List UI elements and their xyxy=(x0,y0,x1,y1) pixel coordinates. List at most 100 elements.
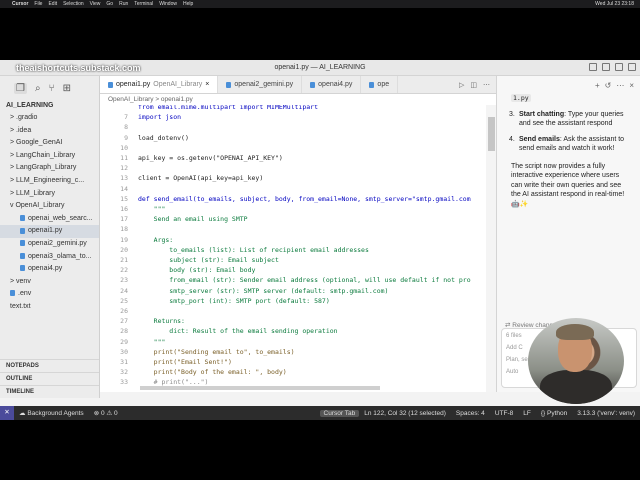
split-icon[interactable]: ◫ xyxy=(470,81,477,89)
tree-item[interactable]: .env xyxy=(0,288,99,301)
editor-tab[interactable]: openai2_gemini.py xyxy=(218,76,303,93)
tree-item[interactable]: > LangChain_Library xyxy=(0,150,99,163)
code-line[interactable]: subject (str): Email subject xyxy=(138,256,279,264)
tree-item[interactable]: openai4.py xyxy=(0,263,99,276)
problems-counter[interactable]: ⊗ 0 ⚠ 0 xyxy=(89,409,123,417)
menubar-item[interactable]: Go xyxy=(106,1,113,7)
code-line[interactable]: from email.mime.multipart import MIMEMul… xyxy=(138,105,318,111)
tree-item[interactable]: > Google_GenAI xyxy=(0,137,99,150)
code-line[interactable]: smtp_server (str): SMTP server (default:… xyxy=(138,287,388,295)
section-outline[interactable]: OUTLINE xyxy=(0,372,99,385)
tree-item[interactable]: v OpenAI_Library xyxy=(0,200,99,213)
tree-item-label: > venv xyxy=(10,277,31,285)
tree-item[interactable]: > LLM_Engineering_c... xyxy=(0,175,99,188)
editor-tab[interactable]: openai1.py OpenAI_Library × xyxy=(100,76,219,94)
menubar-item[interactable]: Selection xyxy=(63,1,84,7)
history-icon[interactable]: ↺ xyxy=(605,81,612,90)
cursor-tab-button[interactable]: Cursor Tab xyxy=(319,409,360,417)
code-line[interactable]: to_emails (list): List of recipient emai… xyxy=(138,246,369,254)
tree-item[interactable]: > venv xyxy=(0,276,99,289)
line-ending[interactable]: LF xyxy=(518,410,536,417)
toggle-panel-icon[interactable] xyxy=(602,63,610,71)
line-number: 12 xyxy=(120,164,128,173)
tree-item[interactable]: openai1.py xyxy=(0,225,99,238)
python-file-icon xyxy=(20,265,25,272)
code-line[interactable]: print("Body of the email: ", body) xyxy=(138,368,287,376)
tree-item-label: > LLM_Engineering_c... xyxy=(10,176,85,184)
tree-item[interactable]: openai3_olama_to... xyxy=(0,251,99,264)
background-agents[interactable]: ☁ Background Agents xyxy=(14,409,89,417)
python-interpreter[interactable]: 3.13.3 ('venv': venv) xyxy=(572,410,640,417)
run-icon[interactable]: ▷ xyxy=(459,81,464,89)
menubar-item[interactable]: Terminal xyxy=(134,1,153,7)
code-line[interactable]: from_email (str): Sender email address (… xyxy=(138,276,470,284)
toggle-sidebar-icon[interactable] xyxy=(589,63,597,71)
tree-item[interactable]: openai_web_searc... xyxy=(0,213,99,226)
code-line[interactable]: def send_email(to_emails, subject, body,… xyxy=(138,195,471,203)
menubar-item[interactable]: Run xyxy=(119,1,128,7)
code-editor[interactable]: from email.mime.multipart import MIMEMul… xyxy=(100,105,496,392)
tab-label: openai1.py xyxy=(116,80,151,88)
code-line[interactable]: print("Email Sent!") xyxy=(138,358,232,366)
code-line[interactable]: load_dotenv() xyxy=(138,134,189,142)
indentation[interactable]: Spaces: 4 xyxy=(451,410,490,417)
code-line[interactable]: client = OpenAI(api_key=api_key) xyxy=(138,174,263,182)
code-line[interactable]: Send an email using SMTP xyxy=(138,215,248,223)
files-icon[interactable]: ❐ xyxy=(14,82,27,94)
settings-icon[interactable] xyxy=(628,63,636,71)
tree-item[interactable]: text.txt xyxy=(0,301,99,314)
menubar-item[interactable]: Cursor xyxy=(12,1,28,7)
line-number: 24 xyxy=(120,286,128,295)
code-line[interactable]: api_key = os.getenv("OPENAI_API_KEY") xyxy=(138,154,283,162)
code-line[interactable]: """ xyxy=(138,338,166,346)
search-icon[interactable]: ⌕ xyxy=(35,83,41,94)
tree-item-label: text.txt xyxy=(10,302,31,310)
remote-icon[interactable]: ✕ xyxy=(0,406,14,420)
horizontal-scrollbar[interactable] xyxy=(140,386,380,390)
close-tab-icon[interactable]: × xyxy=(205,76,209,94)
tree-item[interactable]: > .idea xyxy=(0,125,99,138)
tree-item[interactable]: > LangGraph_Library xyxy=(0,162,99,175)
menubar-item[interactable]: Help xyxy=(183,1,193,7)
line-number: 19 xyxy=(120,235,128,244)
menubar-item[interactable]: View xyxy=(90,1,101,7)
close-icon[interactable]: × xyxy=(629,81,634,90)
code-line[interactable]: Args: xyxy=(138,236,174,244)
tree-item[interactable]: > LLM_Library xyxy=(0,188,99,201)
code-line[interactable]: dict: Result of the email sending operat… xyxy=(138,327,337,335)
python-file-icon xyxy=(10,290,15,297)
status-bar: ✕ ☁ Background Agents ⊗ 0 ⚠ 0 Cursor Tab… xyxy=(0,406,640,420)
breadcrumb[interactable]: OpenAI_Library > openai1.py xyxy=(100,94,496,105)
cursor-position[interactable]: Ln 122, Col 32 (12 selected) xyxy=(359,410,451,417)
section-notepads[interactable]: NOTEPADS xyxy=(0,359,99,372)
code-line[interactable]: body (str): Email body xyxy=(138,266,255,274)
toggle-chat-icon[interactable] xyxy=(615,63,623,71)
code-line[interactable]: import json xyxy=(138,113,181,121)
more-icon[interactable]: ⋯ xyxy=(616,81,624,90)
line-number: 25 xyxy=(120,296,128,305)
project-name[interactable]: AI_LEARNING xyxy=(0,100,99,112)
editor-tab[interactable]: ope xyxy=(361,76,399,93)
tree-item[interactable]: openai2_gemini.py xyxy=(0,238,99,251)
activity-bar: ❐ ⌕ ⑂ ⊞ xyxy=(0,76,99,100)
source-control-icon[interactable]: ⑂ xyxy=(49,83,55,94)
python-file-icon xyxy=(108,81,113,88)
menubar-item[interactable]: File xyxy=(34,1,42,7)
new-chat-icon[interactable]: + xyxy=(595,81,600,90)
code-line[interactable]: print("Sending email to", to_emails) xyxy=(138,348,295,356)
section-timeline[interactable]: TIMELINE xyxy=(0,385,99,398)
extensions-icon[interactable]: ⊞ xyxy=(63,83,71,94)
code-line[interactable]: """ xyxy=(138,205,166,213)
encoding[interactable]: UTF-8 xyxy=(490,410,518,417)
more-icon[interactable]: ⋯ xyxy=(483,81,490,89)
menubar-item[interactable]: Window xyxy=(159,1,177,7)
code-line[interactable]: smtp_port (int): SMTP port (default: 587… xyxy=(138,297,329,305)
editor-tab[interactable]: openai4.py xyxy=(302,76,362,93)
tree-item[interactable]: > .gradio xyxy=(0,112,99,125)
vertical-scrollbar[interactable] xyxy=(486,105,496,392)
code-line[interactable]: Returns: xyxy=(138,317,185,325)
code-line[interactable]: # print("...") xyxy=(138,378,209,386)
scroll-thumb[interactable] xyxy=(488,117,495,151)
menubar-item[interactable]: Edit xyxy=(48,1,57,7)
language-mode[interactable]: {} Python xyxy=(536,410,572,417)
